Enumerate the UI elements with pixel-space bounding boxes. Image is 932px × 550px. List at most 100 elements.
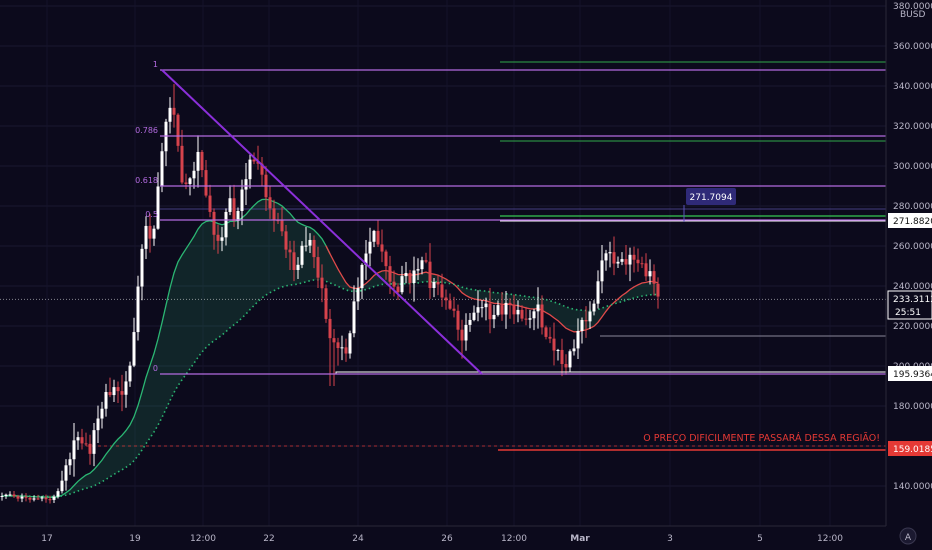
candle-body <box>512 304 516 315</box>
candle-body <box>76 437 80 441</box>
auto-scale-button[interactable]: A <box>899 527 917 545</box>
candle-body <box>476 307 480 313</box>
candle-body <box>212 211 216 235</box>
candle-body <box>532 311 536 319</box>
candle-body <box>444 297 448 301</box>
candle-body <box>24 496 28 498</box>
candle-body <box>268 197 272 209</box>
candle-body <box>608 252 612 254</box>
candle-body <box>648 271 652 277</box>
candle-body <box>308 239 312 246</box>
candle-body <box>72 440 76 460</box>
y-tick-label: 260.0000 <box>893 242 932 252</box>
candle-body <box>620 259 624 262</box>
tag-resistance-text: 271.8820 <box>893 217 932 227</box>
candle-body <box>184 182 188 184</box>
candle-body <box>88 443 92 454</box>
candle-body <box>100 408 104 419</box>
candle-body <box>520 309 524 319</box>
y-tick-label: 360.0000 <box>893 42 932 52</box>
last-price-text: 233.3112 <box>893 295 932 305</box>
candle-body <box>92 430 96 454</box>
candle-body <box>572 348 576 352</box>
fib-label: 0.618 <box>135 176 158 185</box>
x-tick-label: 26 <box>441 534 453 544</box>
candle-body <box>452 308 456 311</box>
fib-label: 0.786 <box>135 126 158 135</box>
candle-body <box>628 254 632 265</box>
candle-body <box>504 302 508 315</box>
candle-body <box>36 498 40 500</box>
candle-body <box>192 170 196 179</box>
candle-body <box>216 234 220 241</box>
candle-body <box>576 331 580 349</box>
candle-body <box>468 319 472 325</box>
candle-body <box>420 260 424 270</box>
candle-body <box>288 249 292 253</box>
candle-body <box>540 304 544 328</box>
candle-body <box>460 329 464 341</box>
x-tick-label: 5 <box>757 534 763 544</box>
candle-body <box>148 225 152 239</box>
candle-body <box>200 151 204 171</box>
candle-body <box>44 497 48 500</box>
candle-body <box>140 248 144 287</box>
candle-body <box>644 263 648 277</box>
candle-body <box>560 349 564 365</box>
candle-body <box>368 241 372 254</box>
candle-body <box>584 319 588 322</box>
candle-body <box>528 318 532 320</box>
countdown-text: 25:51 <box>895 308 921 318</box>
x-tick-label: 12:00 <box>190 534 216 544</box>
tag-last-price: 233.3112 25:51 <box>887 290 932 320</box>
candle-body <box>492 314 496 320</box>
candle-body <box>408 272 412 283</box>
candle-body <box>296 264 300 270</box>
candle-body <box>472 312 476 320</box>
price-chart[interactable]: 10.7860.6180.50 140.0000160.0000180.0000… <box>0 0 932 550</box>
candle-body <box>228 198 232 212</box>
candle-body <box>224 211 228 238</box>
candle-body <box>580 319 584 332</box>
candle-body <box>316 257 320 278</box>
symbol-label: BUSD <box>900 10 925 20</box>
fib-label: 0 <box>153 364 158 373</box>
candle-body <box>548 336 552 339</box>
candle-body <box>552 338 556 351</box>
candle-body <box>52 496 56 500</box>
candle-body <box>432 281 436 288</box>
candle-body <box>320 277 324 289</box>
candle-body <box>636 259 640 264</box>
candle-body <box>232 198 236 221</box>
candle-body <box>616 261 620 264</box>
candle-body <box>144 225 148 249</box>
candle-body <box>32 498 36 500</box>
candle-body <box>340 347 344 349</box>
candle-body <box>188 178 192 184</box>
candle-body <box>592 303 596 312</box>
candle-body <box>516 309 520 315</box>
y-tick-label: 280.0000 <box>893 202 932 212</box>
tag-resistance: 271.8820 <box>888 213 932 228</box>
candle-body <box>80 437 84 444</box>
candle-body <box>128 365 132 382</box>
candle-body <box>372 230 376 242</box>
candle-body <box>396 286 400 293</box>
candle-body <box>624 259 628 265</box>
candle-body <box>604 253 608 261</box>
candle-body <box>536 304 540 312</box>
callout-label: 271.7094 <box>690 193 733 203</box>
candle-body <box>136 286 140 333</box>
tag-support: 195.9364 <box>888 366 932 381</box>
candle-body <box>40 497 44 499</box>
candle-body <box>412 270 416 283</box>
candle-body <box>388 266 392 282</box>
y-tick-label: 220.0000 <box>893 322 932 332</box>
candle-body <box>300 245 304 265</box>
candle-body <box>252 159 256 162</box>
x-tick-label: 12:00 <box>817 534 843 544</box>
candle-body <box>156 186 160 229</box>
candle-body <box>304 245 308 247</box>
candle-body <box>544 327 548 337</box>
candle-body <box>556 349 560 351</box>
